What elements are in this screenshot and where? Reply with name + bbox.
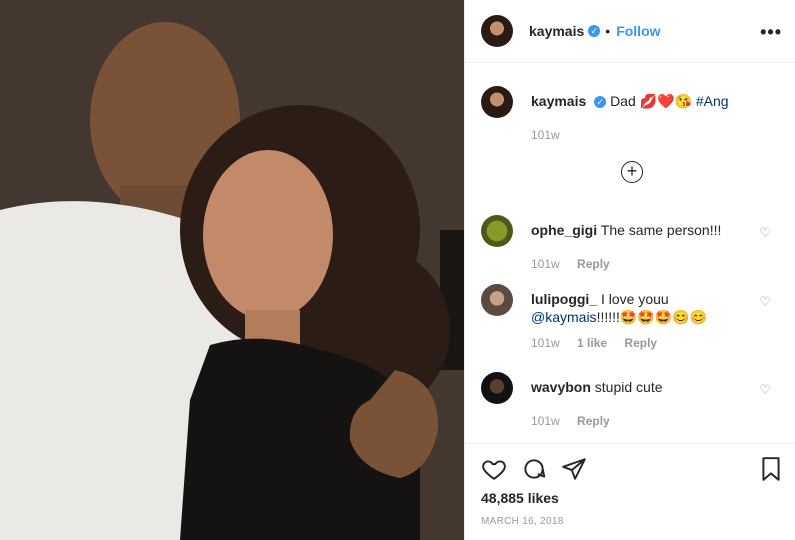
post-header: kaymais ✓ • Follow ••• — [465, 0, 795, 63]
like-count[interactable]: 48,885 likes — [481, 490, 559, 506]
post-photo[interactable] — [0, 0, 464, 540]
comment-like-icon[interactable]: ♡ — [759, 382, 771, 398]
comment-username[interactable]: ophe_gigi — [531, 222, 597, 238]
commenter-avatar[interactable] — [481, 284, 513, 316]
caption-text: Dad — [610, 93, 636, 109]
comment-like-count[interactable]: 1 like — [577, 336, 607, 350]
comment-like-icon[interactable]: ♡ — [759, 294, 771, 310]
more-options-icon[interactable]: ••• — [760, 22, 782, 43]
comment-age: 101w — [531, 257, 560, 271]
post-panel: kaymais ✓ • Follow ••• kaymais ✓ Dad 💋❤️… — [464, 0, 795, 540]
plus-circle-icon[interactable]: + — [621, 161, 643, 183]
comment-text: I love youu — [601, 291, 669, 307]
comment-age: 101w — [531, 414, 560, 428]
comment-username[interactable]: wavybon — [531, 379, 591, 395]
caption-username[interactable]: kaymais — [531, 93, 586, 109]
comment-text: stupid cute — [594, 379, 663, 395]
comment-like-icon[interactable]: ♡ — [759, 225, 771, 241]
caption-hashtag[interactable]: #Ang — [696, 93, 729, 109]
verified-badge-icon: ✓ — [594, 96, 607, 109]
reply-button[interactable]: Reply — [577, 257, 610, 271]
comment-bubble-icon[interactable] — [521, 456, 547, 482]
comment-mention[interactable]: @kaymais — [531, 309, 597, 325]
comment-item: ophe_gigi The same person!!! 101w Reply … — [481, 215, 781, 271]
post-date[interactable]: MARCH 16, 2018 — [481, 516, 564, 527]
comment-username[interactable]: lulipoggi_ — [531, 291, 597, 307]
commenter-avatar[interactable] — [481, 372, 513, 404]
bookmark-icon[interactable] — [758, 456, 784, 482]
photo-illustration — [0, 0, 464, 540]
like-heart-icon[interactable] — [481, 456, 507, 482]
post-actions: 48,885 likes MARCH 16, 2018 — [465, 443, 795, 540]
post-caption: kaymais ✓ Dad 💋❤️😘 #Ang 101w — [481, 86, 781, 142]
share-paper-plane-icon[interactable] — [561, 456, 587, 482]
caption-avatar[interactable] — [481, 86, 513, 118]
author-avatar[interactable] — [481, 15, 513, 47]
author-username[interactable]: kaymais — [529, 23, 584, 39]
follow-button[interactable]: Follow — [616, 23, 660, 39]
header-separator: • — [605, 23, 611, 39]
reply-button[interactable]: Reply — [624, 336, 657, 350]
comment-suffix: !!!!!!🤩🤩🤩😊😊 — [596, 309, 708, 325]
reply-button[interactable]: Reply — [577, 414, 610, 428]
caption-emojis: 💋❤️😘 — [639, 93, 692, 109]
comment-item: lulipoggi_ I love youu @kaymais!!!!!!🤩🤩🤩… — [481, 284, 781, 350]
verified-badge-icon: ✓ — [588, 25, 601, 37]
comment-age: 101w — [531, 336, 560, 350]
comment-item: wavybon stupid cute 101w Reply ♡ — [481, 372, 781, 428]
caption-age: 101w — [531, 128, 560, 142]
commenter-avatar[interactable] — [481, 215, 513, 247]
comment-text: The same person!!! — [600, 222, 722, 238]
